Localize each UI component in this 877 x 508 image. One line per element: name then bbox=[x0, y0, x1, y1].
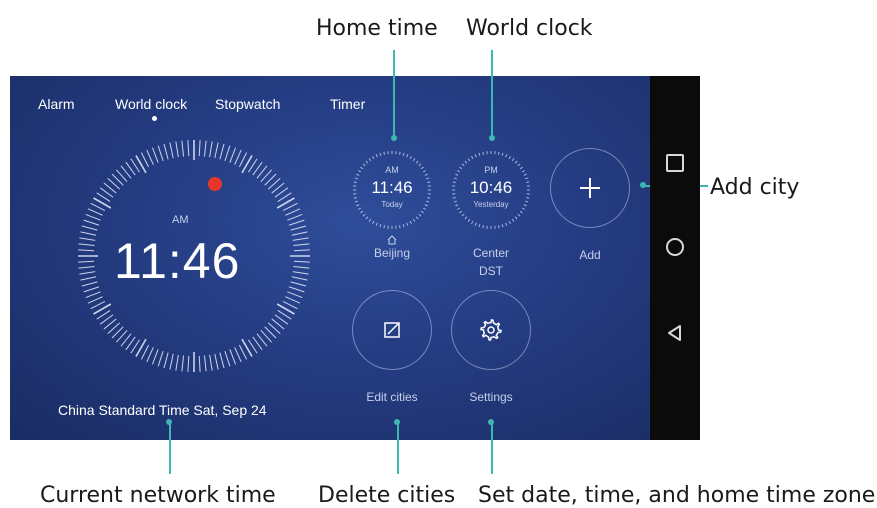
callout-line-world-clock-inner bbox=[491, 76, 493, 138]
callout-line-network-time bbox=[169, 440, 171, 474]
tab-stopwatch[interactable]: Stopwatch bbox=[215, 96, 280, 112]
tab-timer[interactable]: Timer bbox=[330, 96, 365, 112]
settings-label: Settings bbox=[441, 390, 541, 404]
callout-delete-cities: Delete cities bbox=[318, 483, 455, 508]
callout-line-world-clock bbox=[491, 50, 493, 76]
main-clock-time: 11:46 bbox=[114, 232, 240, 290]
city-time: 11:46 bbox=[352, 178, 432, 198]
callout-home-time: Home time bbox=[316, 16, 438, 41]
callout-line-settings-inner bbox=[491, 422, 493, 440]
callout-line-home-time-inner bbox=[393, 76, 395, 138]
circle-icon[interactable] bbox=[666, 238, 684, 256]
edit-cities-label: Edit cities bbox=[342, 390, 442, 404]
callout-line-home-time bbox=[393, 50, 395, 76]
city-dst-label: DST bbox=[441, 264, 541, 278]
current-network-time-info: China Standard Time Sat, Sep 24 bbox=[58, 402, 267, 418]
add-label: Add bbox=[540, 248, 640, 262]
city-name-beijing: Beijing bbox=[342, 246, 442, 260]
settings-button[interactable] bbox=[451, 290, 531, 370]
add-city-button[interactable] bbox=[550, 148, 630, 228]
city-day: Yesterday bbox=[451, 200, 531, 209]
android-nav-bar bbox=[650, 76, 700, 440]
city-day: Today bbox=[352, 200, 432, 209]
city-name-center: Center bbox=[441, 246, 541, 260]
city-clock-beijing[interactable]: AM 11:46 Today bbox=[352, 150, 432, 230]
city-time: 10:46 bbox=[451, 178, 531, 198]
tab-alarm[interactable]: Alarm bbox=[38, 96, 75, 112]
city-ampm: PM bbox=[451, 165, 531, 175]
edit-icon bbox=[352, 290, 432, 370]
gear-icon bbox=[451, 290, 531, 370]
callout-line-add-city-inner bbox=[643, 185, 650, 187]
alarm-indicator-dot bbox=[208, 177, 222, 191]
tab-world-clock[interactable]: World clock bbox=[115, 96, 187, 112]
callout-set-date-time: Set date, time, and home time zone bbox=[478, 483, 875, 508]
city-ampm: AM bbox=[352, 165, 432, 175]
callout-line-network-time-inner bbox=[169, 422, 171, 440]
callout-line-settings bbox=[491, 440, 493, 474]
callout-add-city: Add city bbox=[710, 175, 799, 200]
callout-line-delete-cities-inner bbox=[397, 422, 399, 440]
callout-line-delete-cities bbox=[397, 440, 399, 474]
home-icon bbox=[387, 232, 397, 242]
clock-app-screen: Alarm World clock Stopwatch Timer AM 11:… bbox=[10, 76, 650, 440]
city-clock-center[interactable]: PM 10:46 Yesterday bbox=[451, 150, 531, 230]
plus-icon bbox=[550, 148, 630, 228]
main-clock-ampm: AM bbox=[172, 214, 189, 226]
callout-world-clock: World clock bbox=[466, 16, 593, 41]
callout-current-network-time: Current network time bbox=[40, 483, 276, 508]
back-triangle-icon[interactable] bbox=[666, 324, 684, 342]
edit-cities-button[interactable] bbox=[352, 290, 432, 370]
square-icon[interactable] bbox=[666, 154, 684, 172]
active-tab-indicator bbox=[152, 116, 157, 121]
